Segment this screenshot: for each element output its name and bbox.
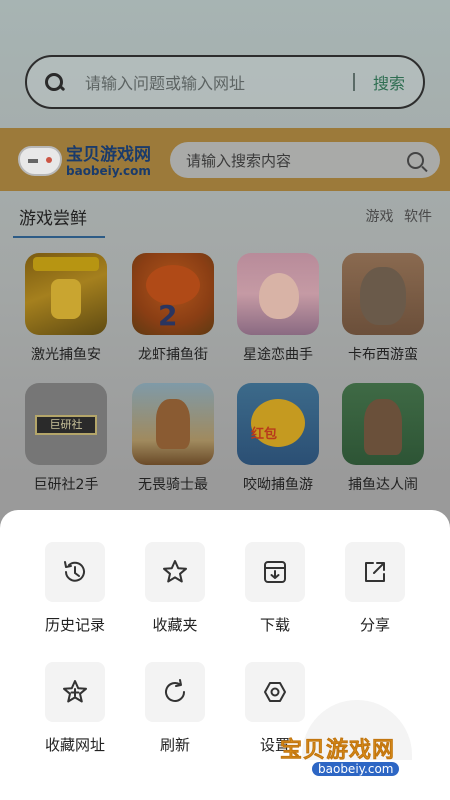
site-search-input[interactable]: 请输入搜索内容 (186, 150, 407, 171)
favorites-label: 收藏夹 (152, 616, 198, 634)
game-item[interactable]: 捕鱼达人闹 (341, 383, 425, 494)
history-label: 历史记录 (44, 616, 105, 634)
plate-sign-icon: 巨研社 (25, 383, 107, 465)
game-item[interactable]: 红包 咬呦捕鱼游 (236, 383, 320, 494)
history-button[interactable]: 历史记录 (25, 542, 125, 635)
fishing-game-icon (25, 253, 107, 335)
game-label: 龙虾捕鱼街 (138, 347, 208, 363)
game-item[interactable]: 巨研社 巨研社2手 (24, 383, 108, 494)
game-label: 无畏骑士最 (138, 477, 208, 493)
logo-name: 宝贝游戏网 (66, 145, 151, 165)
icon-number: 2 (158, 299, 178, 332)
bearded-man-icon (342, 253, 424, 335)
search-divider (352, 73, 355, 91)
download-label: 下载 (259, 616, 290, 634)
game-label: 咬呦捕鱼游 (243, 477, 313, 493)
site-watermark: 宝贝游戏网 baobeiy.com (272, 700, 442, 790)
share-button[interactable]: 分享 (325, 542, 425, 635)
share-label: 分享 (359, 616, 390, 634)
game-item[interactable]: 激光捕鱼安 (24, 253, 108, 364)
game-item[interactable]: 星途恋曲手 (236, 253, 320, 364)
search-button[interactable]: 搜索 (373, 70, 405, 94)
download-icon (264, 561, 286, 583)
watermark-domain: baobeiy.com (312, 762, 400, 776)
watermark-text: 宝贝游戏网 (280, 738, 396, 764)
tab-games[interactable]: 游戏 (366, 209, 394, 225)
logo-domain: baobeiy.com (66, 164, 151, 178)
game-label: 星途恋曲手 (243, 347, 313, 363)
gamepad-icon (18, 146, 62, 176)
history-icon (64, 561, 85, 582)
bookmark-site-label: 收藏网址 (44, 736, 105, 754)
game-item[interactable]: 2 龙虾捕鱼街 (131, 253, 215, 364)
address-search-input[interactable]: 请输入问题或输入网址 (85, 70, 353, 94)
lobster-fish-icon: 2 (132, 253, 214, 335)
section-underline (13, 236, 105, 238)
favorites-button[interactable]: 收藏夹 (125, 542, 225, 635)
warrior-icon (132, 383, 214, 465)
star-plus-icon (63, 680, 87, 703)
game-item[interactable]: 无畏骑士最 (131, 383, 215, 494)
section-title: 游戏尝鲜 (19, 209, 87, 229)
section-tabs: 游戏 软件 (360, 206, 432, 226)
anime-girl-icon (237, 253, 319, 335)
share-icon (365, 562, 385, 582)
fisherman-icon (342, 383, 424, 465)
tab-software[interactable]: 软件 (404, 209, 432, 225)
icon-tag: 红包 (251, 427, 278, 442)
bookmark-site-button[interactable]: 收藏网址 (25, 662, 125, 755)
search-icon (45, 73, 63, 91)
golden-fish-icon: 红包 (237, 383, 319, 465)
refresh-label: 刷新 (159, 736, 190, 754)
site-search-box[interactable]: 请输入搜索内容 (170, 142, 440, 178)
game-label: 激光捕鱼安 (31, 347, 101, 363)
star-icon (163, 560, 187, 583)
game-label: 卡布西游蛮 (348, 347, 418, 363)
address-search-bar[interactable]: 请输入问题或输入网址 搜索 (25, 55, 425, 109)
site-logo[interactable]: 宝贝游戏网 baobeiy.com (14, 138, 164, 184)
download-button[interactable]: 下载 (225, 542, 325, 635)
site-search-icon[interactable] (407, 151, 424, 169)
game-label: 巨研社2手 (33, 477, 99, 493)
icon-plate-text: 巨研社 (35, 415, 97, 435)
refresh-button[interactable]: 刷新 (125, 662, 225, 755)
game-item[interactable]: 卡布西游蛮 (341, 253, 425, 364)
game-label: 捕鱼达人闹 (348, 477, 418, 493)
site-banner: 宝贝游戏网 baobeiy.com 请输入搜索内容 (0, 128, 450, 191)
refresh-icon (165, 679, 185, 702)
